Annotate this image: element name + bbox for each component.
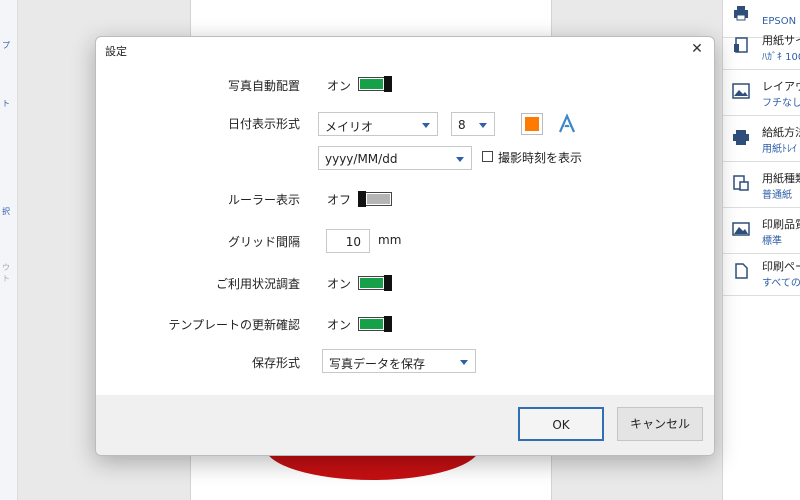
paper-type-item[interactable]: 用紙種類 普通紙 — [723, 166, 800, 208]
left-toolbar-label: プ — [2, 41, 10, 50]
auto-placement-label: 写真自動配置 — [227, 79, 300, 93]
template-update-label: テンプレートの更新確認 — [168, 318, 300, 332]
paper-feed-item[interactable]: 給紙方法 用紙ﾄﾚｲ — [723, 120, 800, 162]
toggle-fill — [360, 319, 383, 329]
print-pages-item[interactable]: 印刷ペー すべての — [723, 254, 800, 296]
usage-survey-label: ご利用状況調査 — [215, 277, 300, 291]
color-swatch — [525, 117, 539, 131]
dialog-title: 設定 — [105, 45, 127, 58]
layout-item[interactable]: レイアウ フチなし — [723, 74, 800, 116]
show-time-label: 撮影時刻を表示 — [498, 151, 583, 165]
usage-survey-state: オン — [327, 277, 352, 291]
print-pages-title: 印刷ペー — [762, 260, 800, 273]
ruler-toggle[interactable] — [358, 191, 392, 207]
dialog-footer: OK キャンセル — [96, 395, 714, 455]
print-quality-icon — [732, 222, 750, 236]
toggle-knob — [384, 76, 392, 92]
toggle-knob — [358, 191, 366, 207]
show-time-checkbox[interactable] — [482, 151, 493, 162]
layout-value: フチなし — [762, 98, 800, 109]
grid-interval-value: 10 — [345, 235, 361, 249]
chevron-down-icon — [422, 123, 430, 128]
date-size-value: 8 — [458, 118, 466, 132]
printer-item-value: EPSON — [762, 16, 797, 27]
cancel-button[interactable]: キャンセル — [617, 407, 703, 441]
layout-title: レイアウ — [762, 80, 800, 93]
save-format-value: 写真データを保存 — [329, 357, 426, 371]
paper-feed-icon — [733, 130, 749, 145]
auto-placement-toggle[interactable] — [358, 76, 392, 92]
date-pattern-select[interactable]: yyyy/MM/dd — [318, 146, 472, 170]
font-style-icon[interactable] — [556, 113, 578, 135]
print-quality-value: 標準 — [762, 236, 782, 247]
left-toolbar-label: ウト — [2, 263, 10, 283]
left-toolbar-label: ト — [2, 99, 10, 108]
template-update-toggle[interactable] — [358, 316, 392, 332]
paper-type-icon — [733, 175, 749, 191]
chevron-down-icon — [479, 123, 487, 128]
date-pattern-value: yyyy/MM/dd — [325, 152, 398, 166]
left-toolbar: プ ト 択 ウト — [0, 0, 18, 500]
chevron-down-icon — [460, 360, 468, 365]
grid-interval-label: グリッド間隔 — [227, 235, 300, 249]
save-format-label: 保存形式 — [251, 356, 300, 370]
date-font-select[interactable]: メイリオ — [318, 112, 438, 136]
paper-size-title: 用紙サイ — [762, 34, 800, 47]
chevron-down-icon — [456, 157, 464, 162]
ruler-state: オフ — [327, 193, 352, 207]
ruler-label: ルーラー表示 — [227, 193, 300, 207]
toggle-fill — [360, 278, 383, 288]
print-settings-panel: EPSON 用紙サイ ﾊｶﾞｷ 100 レイアウ フチなし 給紙方法 用紙ﾄﾚｲ… — [722, 0, 800, 500]
grid-interval-input[interactable]: 10 — [326, 229, 370, 253]
paper-type-title: 用紙種類 — [762, 172, 800, 185]
date-color-button[interactable] — [521, 113, 543, 135]
usage-survey-toggle[interactable] — [358, 275, 392, 291]
print-quality-title: 印刷品質 — [762, 218, 800, 231]
ok-button[interactable]: OK — [518, 407, 604, 441]
toggle-fill — [367, 194, 390, 204]
paper-feed-title: 給紙方法 — [762, 126, 800, 139]
toggle-knob — [384, 275, 392, 291]
date-format-label: 日付表示形式 — [227, 117, 300, 131]
date-size-select[interactable]: 8 — [451, 112, 495, 136]
paper-size-icon — [734, 37, 748, 53]
print-pages-icon — [735, 263, 748, 279]
auto-placement-state: オン — [327, 79, 352, 93]
date-font-value: メイリオ — [325, 120, 374, 134]
paper-type-value: 普通紙 — [762, 190, 792, 201]
close-icon[interactable]: ✕ — [688, 40, 706, 58]
save-format-select[interactable]: 写真データを保存 — [322, 349, 476, 373]
toggle-fill — [360, 79, 383, 89]
print-quality-item[interactable]: 印刷品質 標準 — [723, 212, 800, 254]
layout-icon — [732, 83, 750, 99]
toggle-knob — [384, 316, 392, 332]
printer-icon — [734, 6, 748, 21]
grid-interval-unit: mm — [378, 233, 402, 247]
paper-size-value: ﾊｶﾞｷ 100 — [762, 52, 800, 63]
print-pages-value: すべての — [762, 278, 800, 289]
settings-dialog: 設定 ✕ 写真自動配置 オン 日付表示形式 メイリオ 8 yyyy/MM/dd … — [95, 36, 715, 456]
left-toolbar-label: 択 — [2, 207, 10, 216]
paper-size-item[interactable]: 用紙サイ ﾊｶﾞｷ 100 — [723, 28, 800, 70]
template-update-state: オン — [327, 318, 352, 332]
paper-feed-value: 用紙ﾄﾚｲ — [762, 144, 797, 155]
